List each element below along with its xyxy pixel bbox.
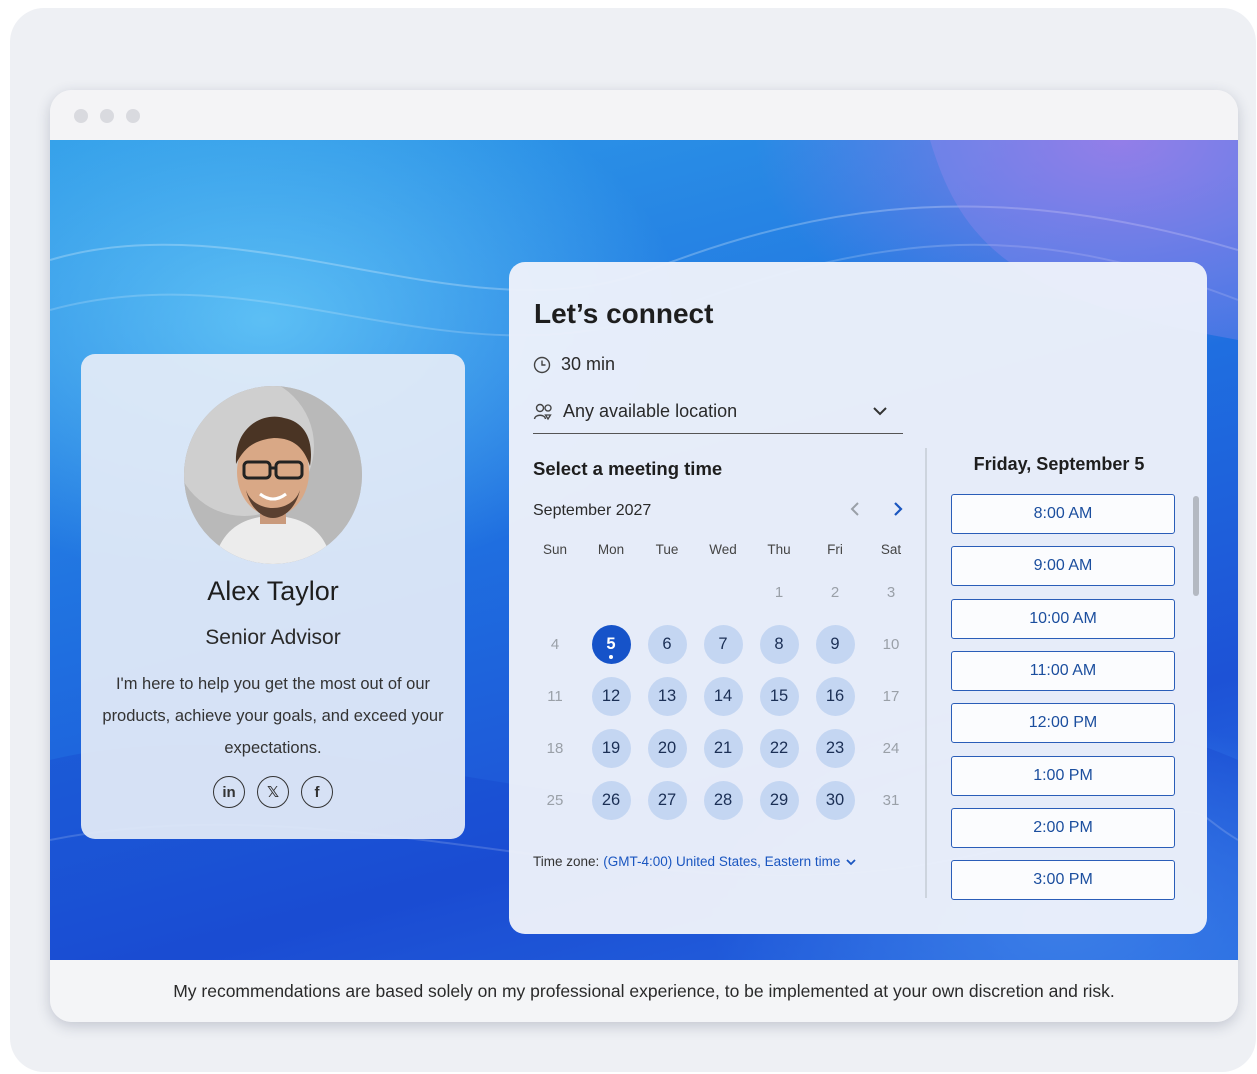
next-month-button[interactable] — [886, 496, 910, 522]
time-slot-button[interactable]: 12:00 PM — [951, 703, 1175, 744]
time-slot-button[interactable]: 2:00 PM — [951, 807, 1175, 848]
calendar-day-available[interactable]: 6 — [647, 625, 687, 664]
weekday-label: Wed — [709, 542, 737, 557]
timezone-label: Time zone: — [533, 854, 600, 869]
browser-window: Alex Taylor Senior Advisor I'm here to h… — [50, 90, 1238, 1022]
time-slot-button[interactable]: 3:00 PM — [951, 860, 1175, 901]
calendar-day-available[interactable]: 28 — [703, 781, 743, 820]
time-slot-button[interactable]: 9:00 AM — [951, 546, 1175, 587]
weekday-label: Sun — [542, 542, 568, 557]
calendar-day-available[interactable]: 20 — [647, 729, 687, 768]
advisor-name: Alex Taylor — [207, 576, 339, 606]
previous-month-button[interactable] — [843, 496, 867, 522]
time-slot-scrollbar[interactable] — [1193, 496, 1199, 596]
calendar-day-unavailable: 17 — [882, 688, 900, 705]
calendar-day-available[interactable]: 8 — [759, 625, 799, 664]
x-icon[interactable]: 𝕏 — [257, 776, 289, 808]
booking-title: Let’s connect — [534, 298, 714, 329]
time-slot-button[interactable]: 1:00 PM — [951, 755, 1175, 796]
weekday-label: Tue — [655, 542, 679, 557]
person-photo-icon — [184, 386, 362, 564]
calendar-day-available[interactable]: 16 — [815, 677, 855, 716]
calendar-day-unavailable: 3 — [886, 584, 896, 601]
title-bar — [50, 90, 1238, 140]
advisor-bio: I'm here to help you get the most out of… — [102, 675, 444, 757]
calendar-day-available[interactable]: 14 — [703, 677, 743, 716]
time-slot-button[interactable]: 10:00 AM — [951, 598, 1175, 639]
disclaimer-text: My recommendations are based solely on m… — [173, 980, 1115, 1001]
calendar-day-available[interactable]: 26 — [591, 781, 631, 820]
hero-background: Alex Taylor Senior Advisor I'm here to h… — [50, 140, 1238, 960]
select-meeting-time-label: Select a meeting time — [533, 458, 723, 479]
chevron-down-icon — [873, 407, 887, 416]
timezone-value[interactable]: (GMT-4:00) United States, Eastern time — [603, 854, 840, 869]
calendar-month-label: September 2027 — [533, 502, 652, 519]
linkedin-icon[interactable]: in — [213, 776, 245, 808]
calendar-day-available[interactable]: 7 — [703, 625, 743, 664]
calendar-day-unavailable: 2 — [830, 584, 840, 601]
calendar-day-unavailable: 18 — [546, 740, 564, 757]
weekday-label: Thu — [767, 542, 791, 557]
calendar-day-unavailable: 25 — [546, 792, 564, 809]
location-value: Any available location — [563, 401, 738, 421]
window-dot-icon[interactable] — [126, 109, 140, 123]
location-people-icon — [533, 403, 552, 420]
clock-icon — [533, 356, 551, 373]
selected-date-heading: Friday, September 5 — [973, 454, 1145, 474]
calendar-day-available[interactable]: 12 — [591, 677, 631, 716]
chevron-down-icon — [846, 858, 857, 865]
calendar-day-available[interactable]: 21 — [703, 729, 743, 768]
chevron-right-icon — [894, 502, 903, 516]
social-links: in 𝕏 f — [81, 776, 465, 808]
duration-text: 30 min — [561, 354, 616, 374]
calendar-day-unavailable: 24 — [882, 740, 900, 757]
advisor-profile-card: Alex Taylor Senior Advisor I'm here to h… — [81, 354, 465, 839]
calendar-day-available[interactable]: 15 — [759, 677, 799, 716]
avatar — [184, 386, 362, 564]
weekday-label: Sat — [880, 542, 902, 557]
calendar-day-available[interactable]: 9 — [815, 625, 855, 664]
location-select[interactable]: Any available location — [533, 390, 903, 434]
timezone-selector[interactable]: Time zone: (GMT-4:00) United States, Eas… — [533, 854, 858, 869]
calendar-day-selected[interactable]: 5 — [591, 625, 631, 664]
booking-card: Let’s connect 30 min Any available locat… — [509, 262, 1207, 934]
calendar-day-unavailable: 4 — [550, 636, 560, 653]
facebook-icon[interactable]: f — [301, 776, 333, 808]
time-slot-button[interactable]: 11:00 AM — [951, 650, 1175, 691]
calendar-day-unavailable: 11 — [547, 688, 563, 705]
chevron-left-icon — [850, 502, 859, 516]
advisor-role: Senior Advisor — [205, 626, 341, 649]
calendar-day-available[interactable]: 27 — [647, 781, 687, 820]
calendar-day-available[interactable]: 22 — [759, 729, 799, 768]
calendar-day-available[interactable]: 29 — [759, 781, 799, 820]
calendar-day-unavailable: 10 — [882, 636, 900, 653]
weekday-label: Mon — [597, 542, 625, 557]
time-slot-button[interactable]: 8:00 AM — [951, 494, 1175, 534]
calendar-day-available[interactable]: 23 — [815, 729, 855, 768]
calendar-day-unavailable: 1 — [774, 584, 784, 601]
window-dot-icon[interactable] — [100, 109, 114, 123]
calendar-day-unavailable: 31 — [882, 792, 900, 809]
disclaimer-footer: My recommendations are based solely on m… — [50, 960, 1238, 1022]
page-frame: Alex Taylor Senior Advisor I'm here to h… — [10, 8, 1256, 1072]
calendar-day-available[interactable]: 13 — [647, 677, 687, 716]
calendar-day-available[interactable]: 19 — [591, 729, 631, 768]
weekday-label: Fri — [827, 542, 843, 557]
window-dot-icon[interactable] — [74, 109, 88, 123]
meeting-duration: 30 min — [533, 354, 615, 375]
column-divider — [925, 448, 927, 898]
calendar-day-available[interactable]: 30 — [815, 781, 855, 820]
